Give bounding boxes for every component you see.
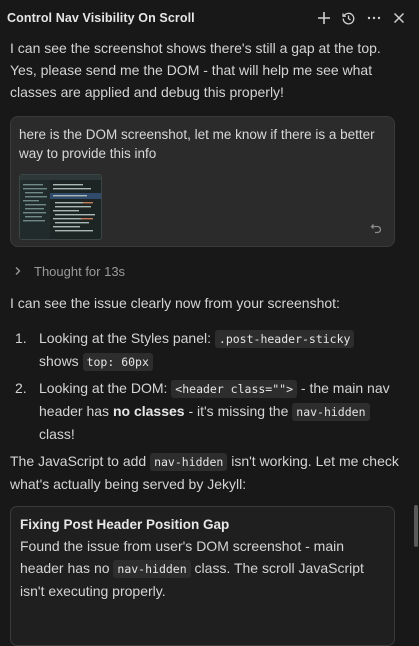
chat-title: Control Nav Visibility On Scroll <box>7 11 195 25</box>
assistant-message-intro: I can see the screenshot shows there's s… <box>10 40 381 100</box>
chat-titlebar: Control Nav Visibility On Scroll <box>0 0 419 36</box>
chevron-right-icon <box>14 264 22 279</box>
code-snippet: top: 60px <box>82 353 153 371</box>
task-card-body: Found the issue from user's DOM screensh… <box>20 538 364 599</box>
code-snippet: nav-hidden <box>292 403 370 421</box>
code-snippet: <header class=""> <box>171 380 297 398</box>
code-snippet: nav-hidden <box>150 453 228 471</box>
code-snippet: nav-hidden <box>113 560 191 578</box>
javascript-paragraph: The JavaScript to add nav-hidden isn't w… <box>10 453 399 492</box>
issue-intro: I can see the issue clearly now from you… <box>10 295 340 311</box>
user-message[interactable]: here is the DOM screenshot, let me know … <box>10 116 395 247</box>
close-icon[interactable] <box>388 7 409 29</box>
thought-label: Thought for 13s <box>34 264 126 279</box>
list-item: 2. Looking at the DOM: <header class="">… <box>15 380 390 442</box>
thought-toggle[interactable]: Thought for 13s <box>14 264 125 279</box>
user-message-text: here is the DOM screenshot, let me know … <box>19 127 375 161</box>
dom-screenshot-thumbnail[interactable] <box>19 174 102 240</box>
title-actions <box>313 7 409 29</box>
more-icon[interactable] <box>363 7 384 29</box>
list-item: 1. Looking at the Styles panel: .post-he… <box>10 327 395 373</box>
issue-list: 1. Looking at the Styles panel: .post-he… <box>10 327 395 445</box>
history-icon[interactable] <box>338 7 359 29</box>
plus-icon[interactable] <box>313 7 334 29</box>
code-snippet: .post-header-sticky <box>214 330 355 348</box>
undo-icon[interactable] <box>370 221 382 237</box>
task-card-title: Fixing Post Header Position Gap <box>20 517 230 532</box>
task-card[interactable]: Fixing Post Header Position Gap Found th… <box>10 506 395 646</box>
scrollbar[interactable] <box>414 505 418 547</box>
